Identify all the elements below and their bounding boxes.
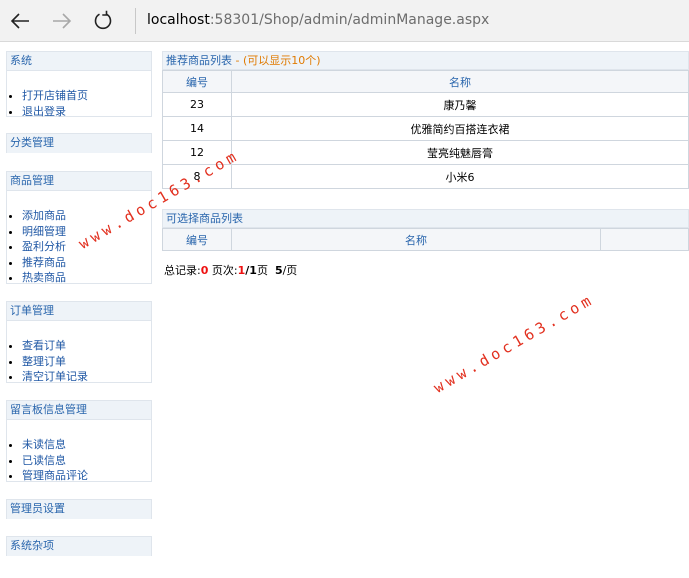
records-label: 总记录: [164,264,201,277]
sidebar-section-title: 管理员设置 [7,500,151,519]
recommended-panel-header: 推荐商品列表 - (可以显示10个) [162,51,689,70]
recommended-note: - (可以显示10个) [232,54,321,67]
url-host: localhost [147,12,210,28]
refresh-icon [94,10,112,30]
sidebar-section-title: 分类管理 [7,134,151,153]
cell-id: 14 [162,116,232,141]
address-divider [135,8,136,34]
selectable-panel: 可选择商品列表 编号 名称 [162,209,689,251]
records-count: 0 [200,264,209,277]
forward-button[interactable] [48,7,76,35]
sidebar-section-misc[interactable]: 系统杂项 [6,536,152,556]
page-total: 1 [249,264,257,277]
forward-arrow-icon [53,13,72,29]
sidebar-item-read[interactable]: 已读信息 [22,453,151,469]
table-row[interactable]: 8 小米6 [162,164,689,189]
column-header-name: 名称 [231,70,689,93]
cell-name: 莹亮纯魅唇膏 [231,140,689,165]
sidebar-section-messages: 留言板信息管理 未读信息 已读信息 管理商品评论 [6,400,152,482]
page-unit: 页 [256,264,268,277]
refresh-button[interactable] [89,7,117,35]
sidebar-item-open-store[interactable]: 打开店铺首页 [22,88,151,104]
address-bar[interactable]: localhost:58301/Shop/admin/adminManage.a… [147,12,489,28]
cell-id: 23 [162,92,232,117]
watermark: www.doc163.com [430,289,598,397]
sidebar-section-title: 商品管理 [7,172,151,191]
browser-toolbar: localhost:58301/Shop/admin/adminManage.a… [0,0,689,42]
sidebar: 系统 打开店铺首页 退出登录 分类管理 商品管理 添加商品 明细管理 盈利分析 … [6,51,152,556]
pager: 总记录:0 页次:1/1页 5/页 [164,262,297,278]
page-label: 页次: [211,264,238,277]
cell-name: 优雅简约百搭连衣裙 [231,116,689,141]
recommended-title: 推荐商品列表 [166,54,232,67]
sidebar-section-products: 商品管理 添加商品 明细管理 盈利分析 推荐商品 热卖商品 [6,171,152,284]
per-page-count: 5 [274,264,283,277]
recommended-table: 编号 名称 23 康乃馨 14 优雅简约百搭连衣裙 12 莹亮纯魅唇膏 8 小米… [162,70,689,189]
sidebar-section-system: 系统 打开店铺首页 退出登录 [6,51,152,118]
sidebar-section-admin[interactable]: 管理员设置 [6,499,152,519]
recommended-panel: 推荐商品列表 - (可以显示10个) 编号 名称 23 康乃馨 14 优雅简约百… [162,51,689,189]
url-path: :58301/Shop/admin/adminManage.aspx [209,12,490,28]
sidebar-item-view-orders[interactable]: 查看订单 [22,338,151,354]
sidebar-item-organize-orders[interactable]: 整理订单 [22,354,151,370]
sidebar-section-orders: 订单管理 查看订单 整理订单 清空订单记录 [6,301,152,383]
sidebar-section-category[interactable]: 分类管理 [6,133,152,153]
cell-name: 小米6 [231,164,689,189]
per-page-unit: /页 [282,264,298,277]
sidebar-item-unread[interactable]: 未读信息 [22,437,151,453]
cell-name: 康乃馨 [231,92,689,117]
sidebar-section-title: 留言板信息管理 [7,401,151,420]
selectable-table: 编号 名称 [162,228,689,251]
sidebar-section-title: 订单管理 [7,302,151,321]
column-header-action [600,228,689,251]
column-header-name: 名称 [231,228,601,251]
sidebar-item-recommend[interactable]: 推荐商品 [22,255,151,271]
selectable-panel-header: 可选择商品列表 [162,209,689,228]
sidebar-section-title: 系统 [7,52,151,71]
back-arrow-icon [10,13,29,29]
column-header-id: 编号 [162,70,232,93]
table-row[interactable]: 14 优雅简约百搭连衣裙 [162,116,689,141]
back-button[interactable] [6,7,34,35]
table-row[interactable]: 23 康乃馨 [162,92,689,117]
column-header-id: 编号 [162,228,232,251]
sidebar-section-title: 系统杂项 [7,537,151,556]
